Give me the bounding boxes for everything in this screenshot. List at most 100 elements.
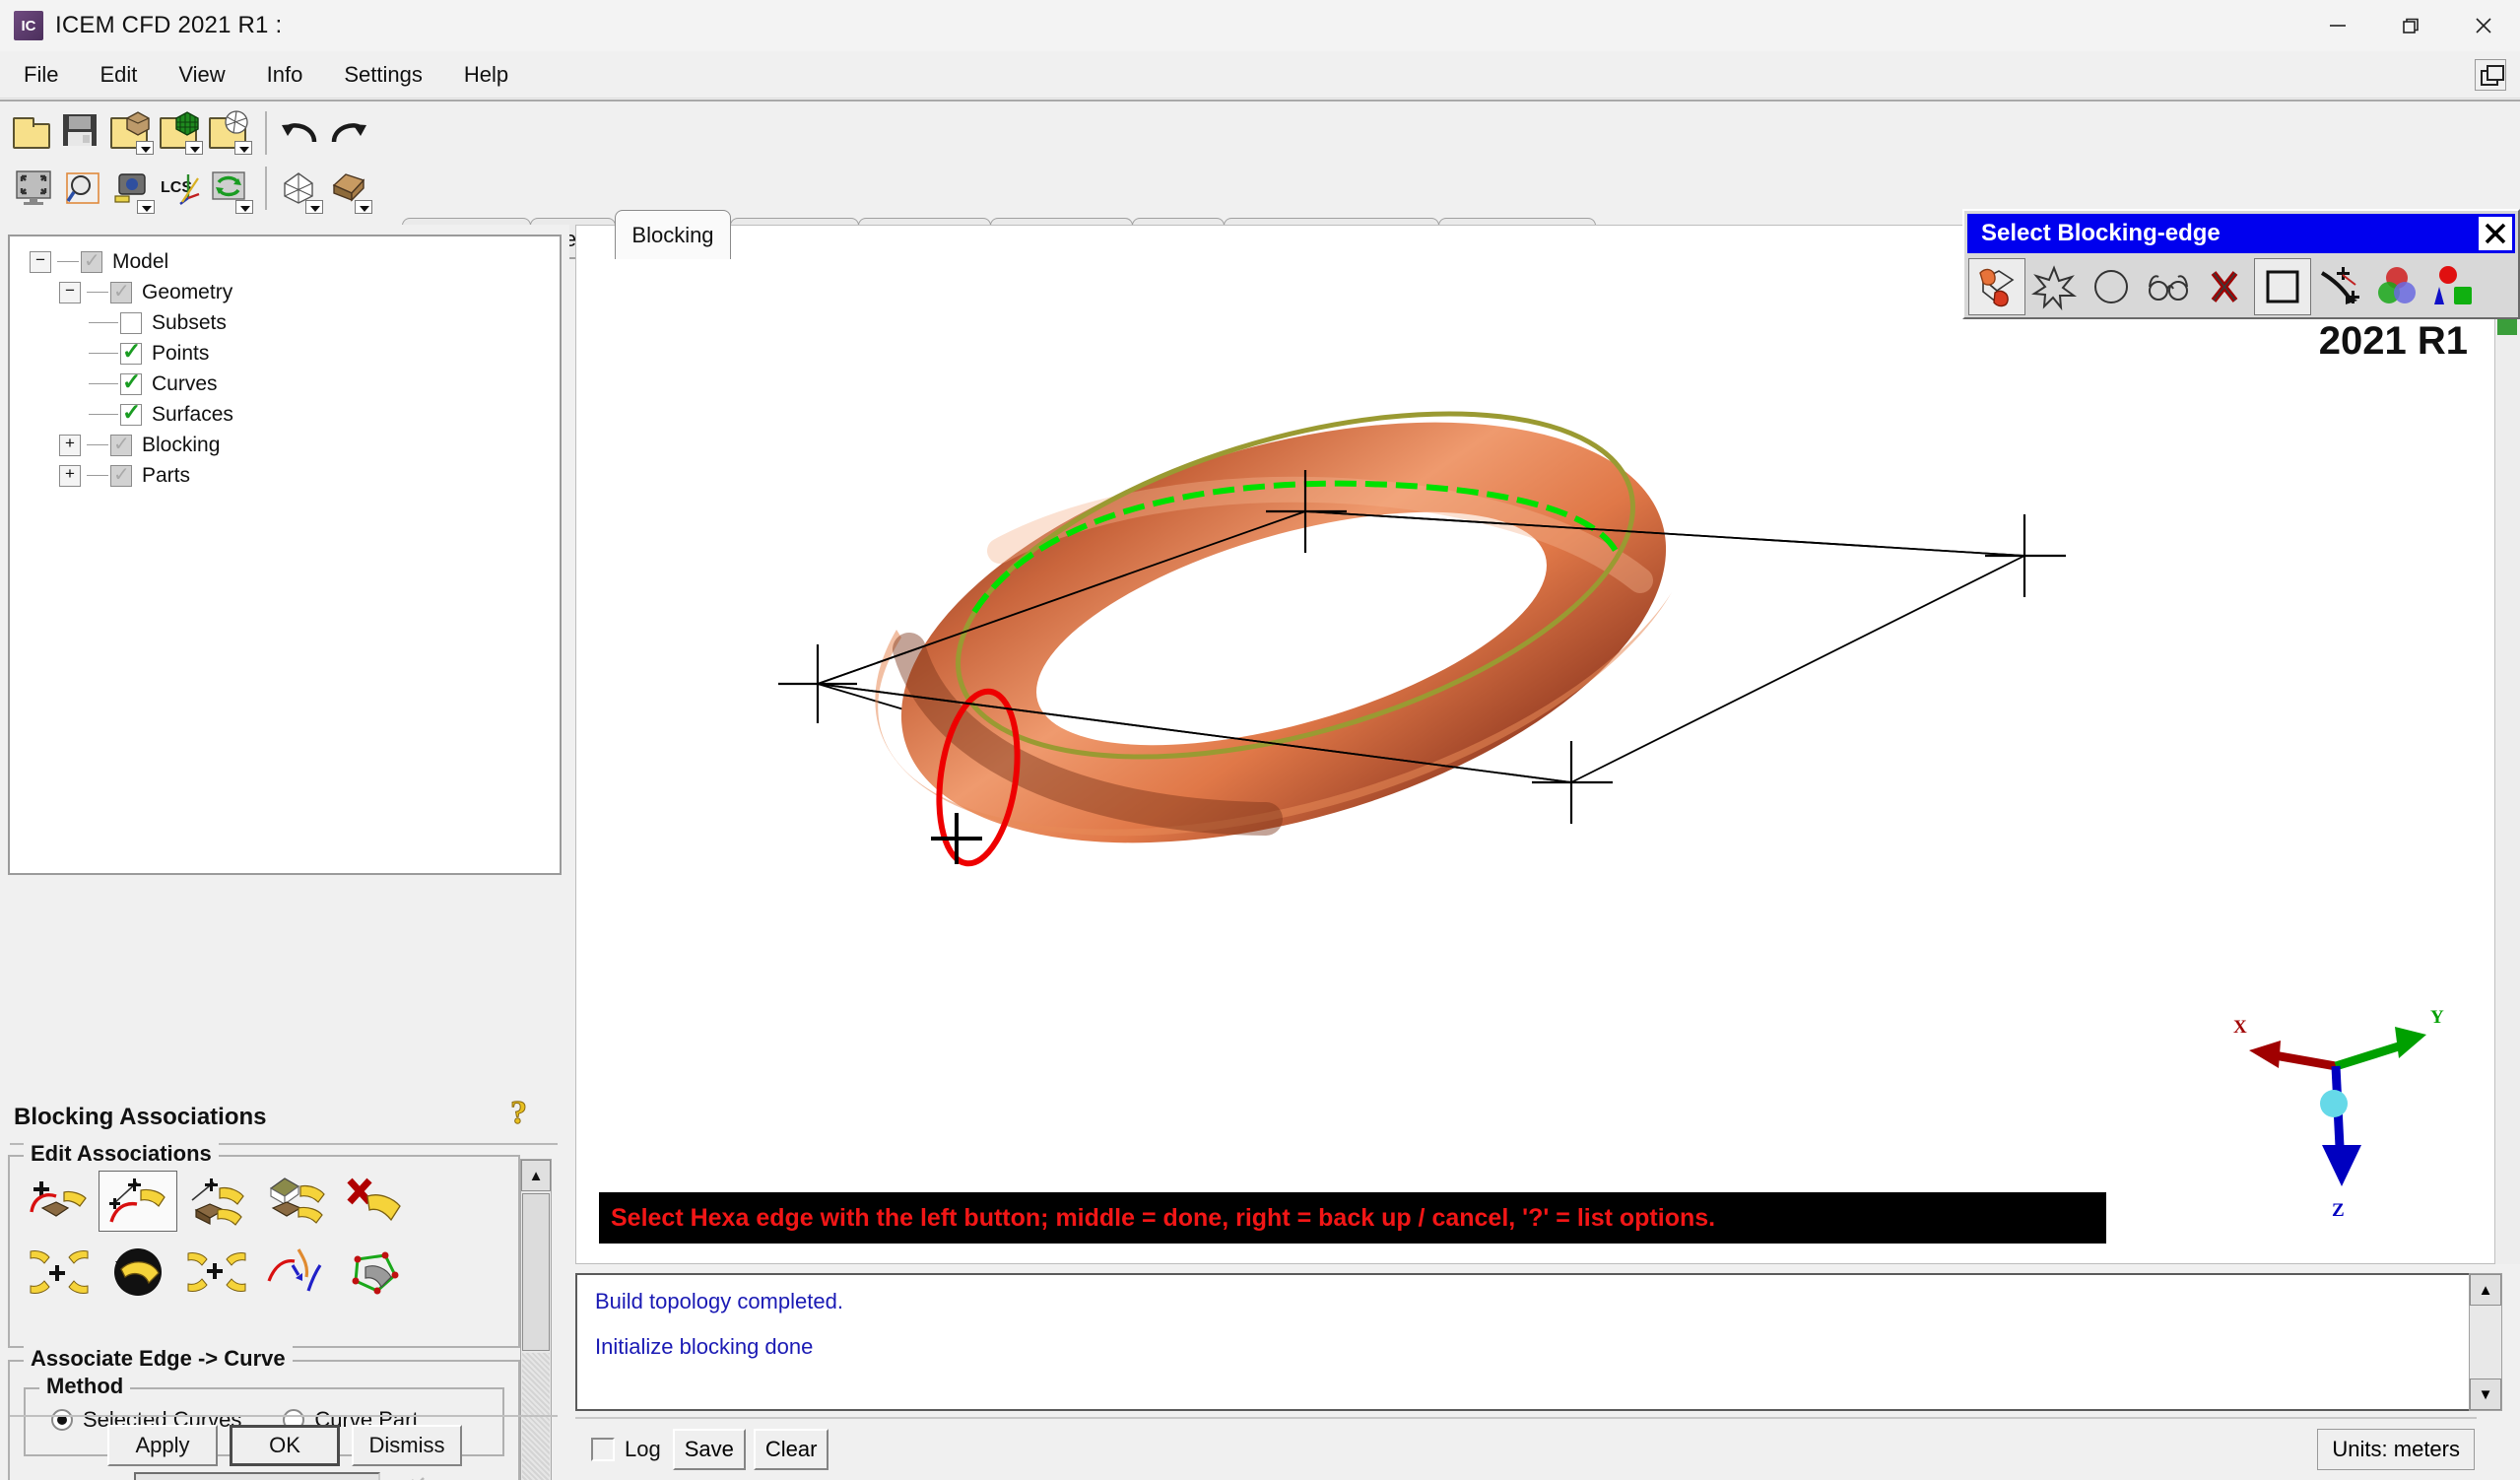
tree-checkbox-subsets[interactable] bbox=[120, 311, 142, 334]
restore-pane-icon[interactable] bbox=[2475, 58, 2506, 91]
tree-expander-geometry[interactable]: − bbox=[59, 281, 81, 303]
open-geometry-icon[interactable] bbox=[108, 107, 156, 159]
group-edges-icon[interactable] bbox=[20, 1242, 99, 1303]
select-all-icon[interactable] bbox=[2025, 258, 2083, 315]
tree-checkbox-blocking[interactable] bbox=[110, 432, 132, 456]
tree-label-geometry: Geometry bbox=[142, 280, 233, 303]
select-circle-icon[interactable] bbox=[2083, 258, 2140, 315]
panel-scroll-thumb[interactable] bbox=[522, 1193, 550, 1351]
auto-associate-icon[interactable] bbox=[177, 1242, 256, 1303]
panel-title: Blocking Associations bbox=[14, 1104, 267, 1130]
edges-input[interactable] bbox=[134, 1472, 380, 1480]
measure-icon[interactable] bbox=[108, 163, 156, 214]
select-blocking-edge-dialog[interactable]: Select Blocking-edge bbox=[1962, 209, 2520, 319]
disassociate-icon[interactable] bbox=[335, 1171, 414, 1232]
close-button[interactable] bbox=[2447, 0, 2520, 51]
select-geometry-icon[interactable] bbox=[2425, 258, 2483, 315]
associate-block-to-volume-icon[interactable] bbox=[256, 1171, 335, 1232]
torus-body bbox=[875, 422, 1672, 843]
menu-view[interactable]: View bbox=[161, 58, 242, 92]
dismiss-button[interactable]: Dismiss bbox=[352, 1425, 462, 1466]
fit-window-icon[interactable] bbox=[10, 163, 57, 214]
select-box-icon[interactable] bbox=[2254, 258, 2311, 315]
clear-log-button[interactable]: Clear bbox=[753, 1429, 829, 1470]
dialog-title-bar[interactable]: Select Blocking-edge bbox=[1967, 214, 2515, 253]
associate-edge-to-curve-icon[interactable] bbox=[99, 1171, 177, 1232]
zoom-box-icon[interactable] bbox=[59, 163, 106, 214]
log-checkbox[interactable] bbox=[591, 1438, 615, 1461]
toolbar-area: LCS Mesh Blocking bbox=[0, 100, 2520, 318]
tree-checkbox-curves[interactable] bbox=[120, 369, 142, 395]
apply-button[interactable]: Apply bbox=[107, 1425, 218, 1466]
tree-label-model: Model bbox=[112, 249, 169, 273]
tree-node-parts[interactable]: + Parts bbox=[18, 460, 560, 491]
window-title: ICEM CFD 2021 R1 : bbox=[55, 12, 283, 38]
save-log-button[interactable]: Save bbox=[672, 1429, 746, 1470]
undo-icon[interactable] bbox=[277, 107, 324, 159]
tree-node-points[interactable]: Points bbox=[18, 338, 560, 369]
tree-checkbox-geometry[interactable] bbox=[110, 279, 132, 303]
associate-vertex-to-point-icon[interactable] bbox=[20, 1171, 99, 1232]
tree-node-geometry[interactable]: − Geometry bbox=[18, 277, 560, 307]
lcs-icon[interactable]: LCS bbox=[157, 163, 204, 214]
select-parts-icon[interactable] bbox=[2368, 258, 2425, 315]
tab-blocking[interactable]: Blocking bbox=[615, 210, 731, 259]
log-checkbox-label: Log bbox=[625, 1437, 661, 1461]
model-tree[interactable]: − Model − Geometry Subsets bbox=[8, 235, 562, 875]
menu-file[interactable]: File bbox=[6, 58, 76, 92]
reset-association-icon[interactable] bbox=[99, 1242, 177, 1303]
tree-checkbox-surfaces[interactable] bbox=[120, 399, 142, 426]
log-scroll-up[interactable]: ▲ bbox=[2470, 1274, 2501, 1306]
save-project-icon[interactable] bbox=[59, 107, 106, 159]
redo-icon[interactable] bbox=[325, 107, 372, 159]
open-project-icon[interactable] bbox=[10, 107, 57, 159]
tree-node-blocking[interactable]: + Blocking bbox=[18, 430, 560, 460]
edit-associations-row-1 bbox=[10, 1157, 518, 1242]
tree-expander-parts[interactable]: + bbox=[59, 464, 81, 487]
tree-checkbox-parts[interactable] bbox=[110, 462, 132, 487]
menu-settings[interactable]: Settings bbox=[326, 58, 440, 92]
tree-checkbox-points[interactable] bbox=[120, 338, 142, 365]
toolbar-separator bbox=[264, 111, 267, 155]
select-glasses-icon[interactable] bbox=[2140, 258, 2197, 315]
title-bar: ICEM CFD 2021 R1 : bbox=[0, 0, 2520, 51]
tree-node-model[interactable]: − Model bbox=[18, 246, 560, 277]
menu-help[interactable]: Help bbox=[446, 58, 526, 92]
associate-face-to-surface-icon[interactable] bbox=[177, 1171, 256, 1232]
toolbar-separator-2 bbox=[264, 167, 267, 210]
reverse-direction-icon[interactable] bbox=[256, 1242, 335, 1303]
open-mesh-icon[interactable] bbox=[157, 107, 204, 159]
snap-project-vertices-icon[interactable] bbox=[335, 1242, 414, 1303]
viewport-scrollbar[interactable] bbox=[2494, 225, 2520, 1264]
dialog-toolbar bbox=[1964, 256, 2518, 317]
icem-cfd-window: ICEM CFD 2021 R1 : File Edit View bbox=[0, 0, 2520, 1480]
tree-node-subsets[interactable]: Subsets bbox=[18, 307, 560, 338]
log-scroll-down[interactable]: ▼ bbox=[2470, 1379, 2501, 1410]
tree-label-subsets: Subsets bbox=[152, 310, 227, 334]
tree-expander-model[interactable]: − bbox=[30, 250, 51, 273]
graphics-viewport[interactable]: 2021 R1 X Y Z bbox=[575, 225, 2520, 1264]
tree-checkbox-model[interactable] bbox=[81, 248, 102, 273]
message-log[interactable]: Build topology completed. Initialize blo… bbox=[575, 1273, 2477, 1411]
dialog-close-icon[interactable] bbox=[2479, 217, 2512, 250]
display-mesh-icon[interactable] bbox=[277, 163, 324, 214]
log-scrollbar[interactable]: ▲ ▼ bbox=[2469, 1273, 2502, 1411]
ok-button[interactable]: OK bbox=[230, 1425, 340, 1466]
panel-button-bar: Apply OK Dismiss bbox=[0, 1419, 569, 1472]
panel-scroll-up[interactable]: ▲ bbox=[521, 1160, 551, 1191]
refresh-view-icon[interactable] bbox=[206, 163, 253, 214]
open-blocking-icon[interactable] bbox=[206, 107, 253, 159]
cancel-select-icon[interactable] bbox=[2197, 258, 2254, 315]
menu-edit[interactable]: Edit bbox=[82, 58, 155, 92]
minimize-button[interactable] bbox=[2301, 0, 2374, 51]
maximize-restore-button[interactable] bbox=[2374, 0, 2447, 51]
axis-y-label: Y bbox=[2430, 1007, 2444, 1028]
select-edge-icon[interactable] bbox=[1968, 258, 2025, 315]
menu-info[interactable]: Info bbox=[249, 58, 321, 92]
tree-node-surfaces[interactable]: Surfaces bbox=[18, 399, 560, 430]
help-question-icon[interactable]: ? bbox=[506, 1094, 542, 1141]
tree-expander-blocking[interactable]: + bbox=[59, 434, 81, 456]
display-solid-icon[interactable] bbox=[325, 163, 373, 214]
tree-node-curves[interactable]: Curves bbox=[18, 369, 560, 399]
select-curve-path-icon[interactable] bbox=[2311, 258, 2368, 315]
